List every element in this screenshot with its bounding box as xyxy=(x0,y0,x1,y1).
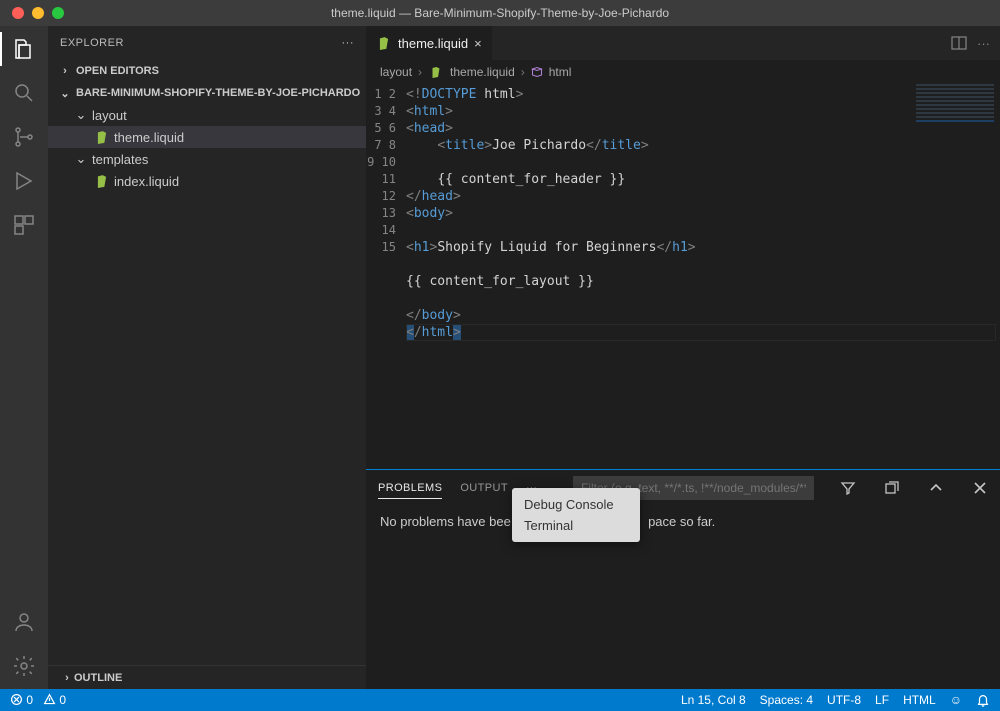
crumb-symbol[interactable]: html xyxy=(549,65,572,79)
status-bar: 0 0 Ln 15, Col 8 Spaces: 4 UTF-8 LF HTML… xyxy=(0,689,1000,711)
status-spaces[interactable]: Spaces: 4 xyxy=(760,693,813,707)
status-language[interactable]: HTML xyxy=(903,693,936,707)
code-content[interactable]: <!DOCTYPE html> <html> <head> <title>Joe… xyxy=(406,82,696,469)
window-close-icon[interactable] xyxy=(12,7,24,19)
file-theme-liquid[interactable]: theme.liquid xyxy=(48,126,366,148)
minimap[interactable] xyxy=(910,82,1000,202)
status-lncol[interactable]: Ln 15, Col 8 xyxy=(681,693,746,707)
search-icon[interactable] xyxy=(11,80,37,106)
folder-label: layout xyxy=(92,108,127,123)
folder-templates[interactable]: ⌄ templates xyxy=(48,148,366,170)
problems-body: No problems have bee pace so far. xyxy=(366,506,1000,689)
sidebar-explorer: EXPLORER ··· › OPEN EDITORS ⌄ BARE-MINIM… xyxy=(48,26,366,689)
source-control-icon[interactable] xyxy=(11,124,37,150)
chevron-right-icon: › xyxy=(60,672,74,684)
status-warnings[interactable]: 0 xyxy=(43,693,66,707)
symbol-icon xyxy=(531,66,543,78)
close-panel-icon[interactable] xyxy=(972,480,988,496)
bottom-panel: PROBLEMS OUTPUT ··· xyxy=(366,469,1000,689)
project-name-label: BARE-MINIMUM-SHOPIFY-THEME-BY-JOE-PICHAR… xyxy=(76,87,360,99)
problems-message: No problems have bee xyxy=(380,514,511,529)
project-section[interactable]: ⌄ BARE-MINIMUM-SHOPIFY-THEME-BY-JOE-PICH… xyxy=(48,82,366,104)
problems-message-tail: pace so far. xyxy=(648,514,715,529)
collapse-all-icon[interactable] xyxy=(884,480,900,496)
window-minimize-icon[interactable] xyxy=(32,7,44,19)
tab-label: theme.liquid xyxy=(398,36,468,51)
file-label: theme.liquid xyxy=(114,130,184,145)
split-editor-icon[interactable] xyxy=(951,35,967,51)
extensions-icon[interactable] xyxy=(11,212,37,238)
chevron-down-icon: ⌄ xyxy=(74,151,88,167)
editor-tabs: theme.liquid × ··· xyxy=(366,26,1000,60)
panel-overflow-menu: Debug Console Terminal xyxy=(512,488,640,542)
filter-icon[interactable] xyxy=(840,480,856,496)
run-debug-icon[interactable] xyxy=(11,168,37,194)
settings-gear-icon[interactable] xyxy=(11,653,37,679)
crumb-file[interactable]: theme.liquid xyxy=(450,65,515,79)
close-icon[interactable]: × xyxy=(474,36,482,51)
window-zoom-icon[interactable] xyxy=(52,7,64,19)
status-feedback-icon[interactable]: ☺ xyxy=(950,693,962,707)
sidebar-title: EXPLORER xyxy=(60,37,124,49)
menu-item-debug-console[interactable]: Debug Console xyxy=(512,494,640,515)
menu-item-terminal[interactable]: Terminal xyxy=(512,515,640,536)
code-editor[interactable]: 1 2 3 4 5 6 7 8 9 10 11 12 13 14 15 <!DO… xyxy=(366,82,1000,469)
shopify-file-icon xyxy=(376,35,392,51)
folder-layout[interactable]: ⌄ layout xyxy=(48,104,366,126)
chevron-down-icon: ⌄ xyxy=(74,107,88,123)
crumb-layout[interactable]: layout xyxy=(380,65,412,79)
file-index-liquid[interactable]: index.liquid xyxy=(48,170,366,192)
outline-section[interactable]: › OUTLINE xyxy=(48,665,366,689)
line-gutter: 1 2 3 4 5 6 7 8 9 10 11 12 13 14 15 xyxy=(366,82,406,469)
titlebar: theme.liquid — Bare-Minimum-Shopify-Them… xyxy=(0,0,1000,26)
chevron-up-icon[interactable] xyxy=(928,480,944,496)
shopify-file-icon xyxy=(94,129,110,145)
activity-bar xyxy=(0,26,48,689)
accounts-icon[interactable] xyxy=(11,609,37,635)
chevron-down-icon: ⌄ xyxy=(58,87,72,100)
shopify-file-icon xyxy=(428,64,444,80)
status-errors[interactable]: 0 xyxy=(10,693,33,707)
window-title: theme.liquid — Bare-Minimum-Shopify-Them… xyxy=(331,6,669,20)
chevron-right-icon: › xyxy=(521,65,525,79)
explorer-icon[interactable] xyxy=(11,36,37,62)
shopify-file-icon xyxy=(94,173,110,189)
more-actions-icon[interactable]: ··· xyxy=(977,36,990,51)
open-editors-label: OPEN EDITORS xyxy=(76,65,159,77)
sidebar-more-icon[interactable]: ··· xyxy=(342,37,355,49)
panel-tab-output[interactable]: OUTPUT xyxy=(460,478,508,498)
outline-label: OUTLINE xyxy=(74,672,122,684)
chevron-right-icon: › xyxy=(58,65,72,77)
tab-theme-liquid[interactable]: theme.liquid × xyxy=(366,26,493,60)
breadcrumbs[interactable]: layout › theme.liquid › html xyxy=(366,60,1000,82)
panel-tab-problems[interactable]: PROBLEMS xyxy=(378,478,442,499)
folder-label: templates xyxy=(92,152,148,167)
file-label: index.liquid xyxy=(114,174,179,189)
chevron-right-icon: › xyxy=(418,65,422,79)
status-encoding[interactable]: UTF-8 xyxy=(827,693,861,707)
status-bell-icon[interactable] xyxy=(976,693,990,707)
open-editors-section[interactable]: › OPEN EDITORS xyxy=(48,60,366,82)
status-eol[interactable]: LF xyxy=(875,693,889,707)
